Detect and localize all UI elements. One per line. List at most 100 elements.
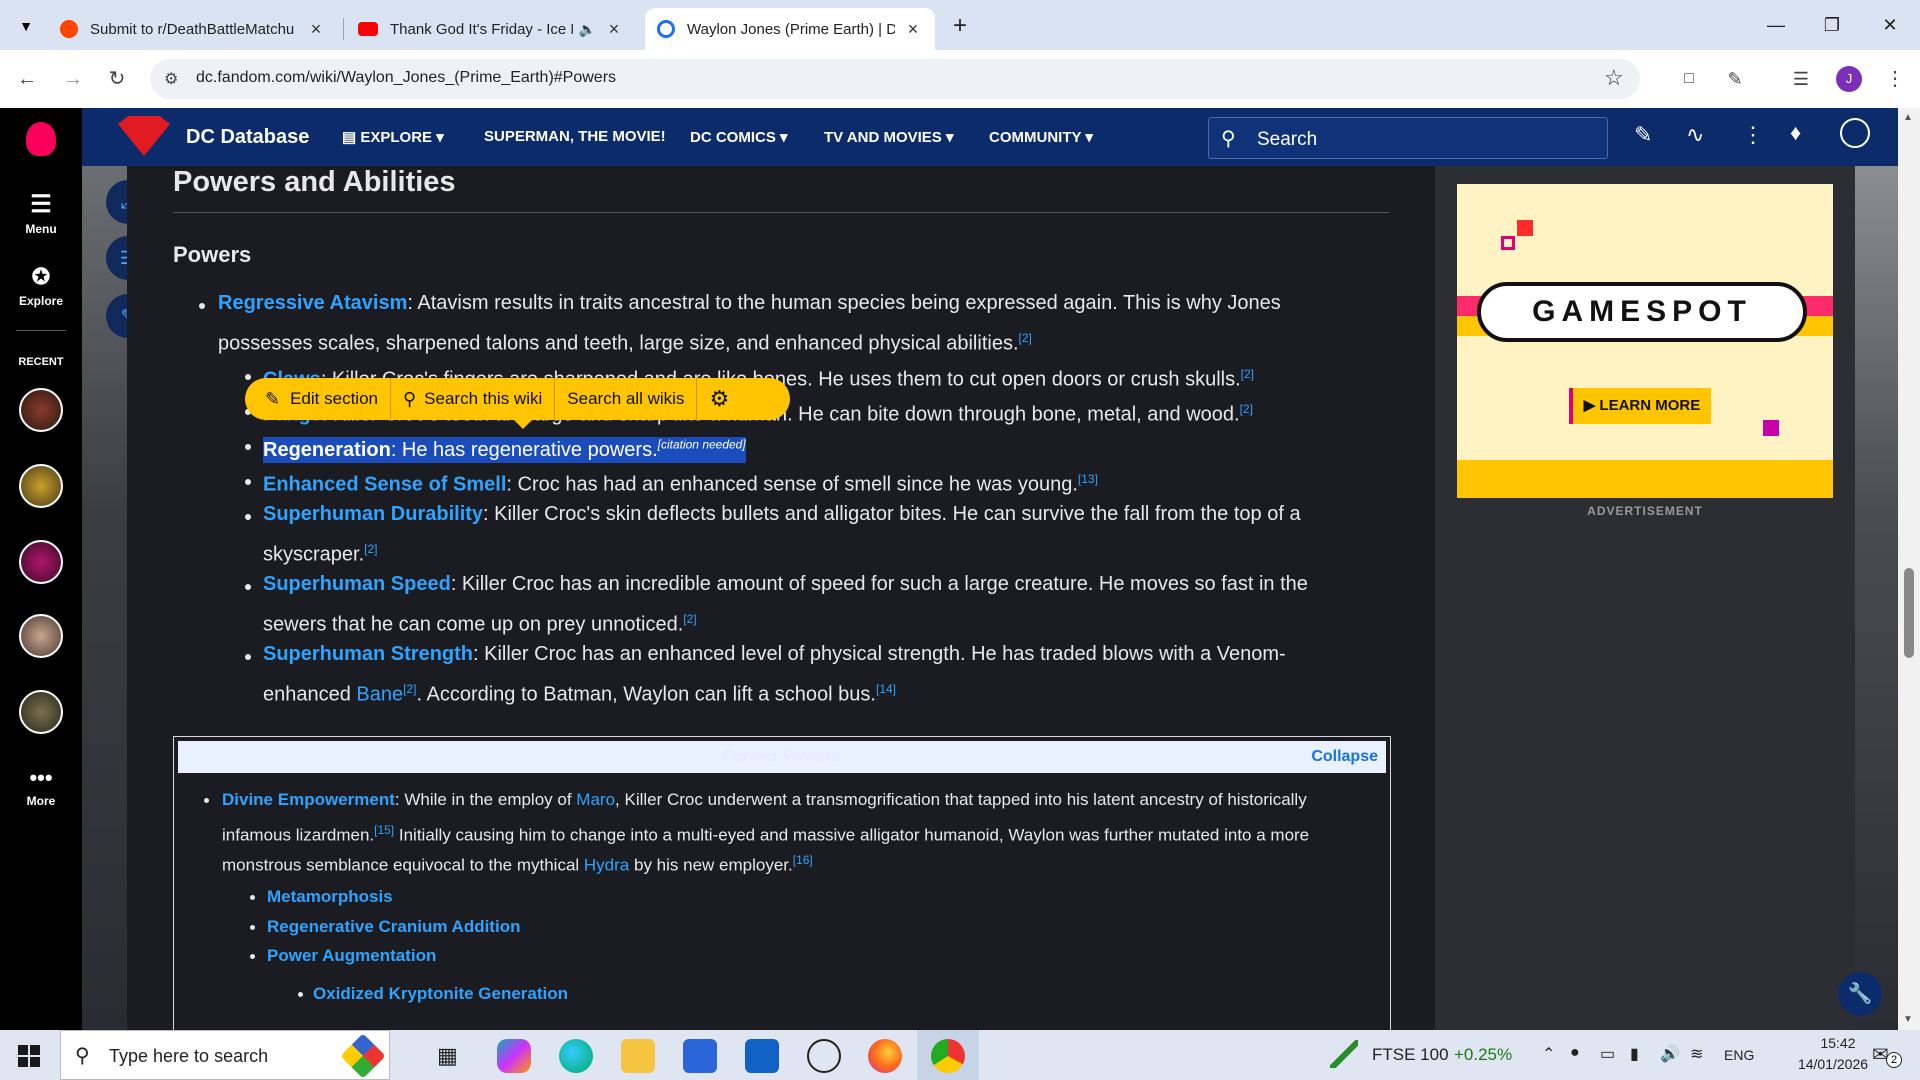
volume-icon[interactable]: 🔊	[1660, 1044, 1680, 1064]
firefox-icon[interactable]	[868, 1039, 902, 1073]
site-title[interactable]: DC Database	[186, 126, 309, 149]
copilot-icon[interactable]	[497, 1039, 531, 1073]
speaker-icon[interactable]: 🔈	[579, 21, 596, 38]
language-indicator[interactable]: ENG	[1724, 1047, 1754, 1063]
nav-superman[interactable]: SUPERMAN, THE MOVIE!	[484, 128, 666, 145]
explore-button[interactable]: ✪ Explore	[0, 264, 82, 308]
ref-link[interactable]: [2]	[403, 682, 416, 696]
collapse-link[interactable]: Collapse	[1311, 748, 1378, 766]
link-oxidized-kryptonite[interactable]: Oxidized Kryptonite Generation	[313, 984, 568, 1003]
menu-button[interactable]: ☰ Menu	[0, 192, 82, 237]
wifi-icon[interactable]: ≋	[1690, 1044, 1703, 1064]
settings-button[interactable]: ⚙	[697, 378, 741, 420]
nav-explore[interactable]: ▤ EXPLORE ▾	[342, 128, 444, 146]
link-metamorphosis[interactable]: Metamorphosis	[267, 887, 393, 906]
extensions-icon[interactable]: ✎	[1720, 64, 1750, 94]
new-tab-button[interactable]: +	[945, 12, 975, 42]
back-icon[interactable]: ←	[12, 64, 42, 94]
ref-link[interactable]: [16]	[793, 853, 813, 867]
dell-icon[interactable]	[807, 1039, 841, 1073]
ref-link[interactable]: [15]	[374, 823, 394, 837]
file-explorer-icon[interactable]	[621, 1039, 655, 1073]
ticker-name[interactable]: FTSE 100	[1372, 1045, 1449, 1065]
ref-link[interactable]: [2]	[1240, 402, 1253, 416]
chrome-icon[interactable]	[931, 1039, 965, 1073]
bookmark-star-icon[interactable]: ☆	[1604, 65, 1624, 91]
link-regressive-atavism[interactable]: Regressive Atavism	[218, 292, 407, 314]
regeneration-label[interactable]: Regeneration	[263, 439, 391, 461]
site-info-icon[interactable]: ⚙	[164, 69, 178, 89]
gamespot-ad[interactable]: GAMESPOT ▶ LEARN MORE	[1457, 184, 1833, 498]
tab-reddit[interactable]: Submit to r/DeathBattleMatchu ×	[48, 8, 338, 50]
ref-link[interactable]: [2]	[1241, 367, 1254, 381]
ref-link[interactable]: [2]	[683, 612, 696, 626]
more-button[interactable]: ••• More	[0, 767, 82, 809]
reload-icon[interactable]: ↻	[102, 64, 132, 94]
taskbar-search[interactable]: ⚲ Type here to search	[60, 1030, 390, 1080]
outlook-icon[interactable]	[745, 1039, 779, 1073]
search-all-wikis-button[interactable]: Search all wikis	[555, 378, 698, 420]
scroll-down-icon[interactable]: ▼	[1903, 1014, 1913, 1025]
activity-icon[interactable]: ∿	[1686, 122, 1704, 148]
citation-needed[interactable]: [citation needed]	[658, 437, 746, 451]
omnibox[interactable]: ⚙ dc.fandom.com/wiki/Waylon_Jones_(Prime…	[150, 59, 1640, 99]
close-icon[interactable]: ×	[306, 19, 326, 40]
superman-logo-icon[interactable]	[118, 116, 170, 156]
tab-youtube[interactable]: Thank God It's Friday - Ice N 🔈 ×	[346, 8, 636, 50]
tab-fandom[interactable]: Waylon Jones (Prime Earth) | DC ×	[645, 8, 935, 50]
nav-dc-comics[interactable]: DC COMICS ▾	[690, 128, 788, 146]
scrollbar-thumb[interactable]	[1904, 568, 1914, 658]
battery-icon[interactable]: ▮	[1630, 1044, 1639, 1064]
tab-search-button[interactable]: ▼	[12, 12, 40, 40]
search-this-wiki-button[interactable]: ⚲ Search this wiki	[391, 378, 556, 420]
link-strength[interactable]: Superhuman Strength	[263, 643, 473, 665]
link-divine-empowerment[interactable]: Divine Empowerment	[222, 790, 395, 809]
link-speed[interactable]: Superhuman Speed	[263, 573, 451, 595]
learn-more-button[interactable]: ▶ LEARN MORE	[1569, 388, 1711, 424]
link-durability[interactable]: Superhuman Durability	[263, 503, 483, 525]
edge-icon[interactable]	[559, 1039, 593, 1073]
media-icon[interactable]: ☰	[1786, 64, 1816, 94]
fandom-logo-icon[interactable]	[26, 122, 56, 156]
page-scrollbar[interactable]: ▲ ▼	[1898, 108, 1920, 1030]
reading-icon[interactable]: □	[1674, 64, 1704, 94]
notifications-button[interactable]: ✉ 2	[1872, 1042, 1902, 1068]
restore-icon[interactable]: ❐	[1812, 10, 1852, 40]
link-maro[interactable]: Maro	[576, 790, 615, 809]
meet-now-icon[interactable]: ●	[1570, 1044, 1580, 1062]
link-regenerative-cranium[interactable]: Regenerative Cranium Addition	[267, 917, 520, 936]
close-window-icon[interactable]: ✕	[1870, 10, 1910, 40]
browser-menu-icon[interactable]: ⋮	[1880, 64, 1910, 94]
notifications-icon[interactable]: ♦	[1790, 120, 1801, 146]
link-bane[interactable]: Bane	[356, 684, 403, 706]
ticker-change[interactable]: +0.25%	[1454, 1045, 1512, 1065]
ref-link[interactable]: [2]	[1019, 331, 1032, 345]
discussions-icon[interactable]: ✎	[1634, 122, 1652, 148]
show-hidden-icon[interactable]: ⌃	[1542, 1044, 1555, 1064]
minimize-icon[interactable]: —	[1756, 10, 1796, 40]
display-icon[interactable]: ▭	[1600, 1044, 1615, 1064]
ref-link[interactable]: [14]	[876, 682, 896, 696]
close-icon[interactable]: ×	[604, 19, 624, 40]
close-icon[interactable]: ×	[903, 19, 923, 40]
edit-section-button[interactable]: ✎ Edit section	[245, 378, 391, 420]
recent-wiki-1[interactable]	[19, 388, 63, 432]
link-power-augmentation[interactable]: Power Augmentation	[267, 946, 436, 965]
url-text[interactable]: dc.fandom.com/wiki/Waylon_Jones_(Prime_E…	[196, 69, 616, 87]
nav-tv-movies[interactable]: TV AND MOVIES ▾	[824, 128, 954, 146]
profile-avatar[interactable]: J	[1836, 66, 1862, 92]
task-view-icon[interactable]: ▦	[437, 1043, 458, 1069]
ref-link[interactable]: [2]	[364, 542, 377, 556]
recent-wiki-2[interactable]	[19, 464, 63, 508]
recent-wiki-5[interactable]	[19, 690, 63, 734]
scroll-up-icon[interactable]: ▲	[1903, 112, 1913, 123]
link-hydra[interactable]: Hydra	[584, 856, 629, 875]
link-smell[interactable]: Enhanced Sense of Smell	[263, 474, 506, 496]
forward-icon[interactable]: →	[58, 64, 88, 94]
recent-wiki-3[interactable]	[19, 540, 63, 584]
user-icon[interactable]	[1840, 118, 1870, 148]
windows-start-icon[interactable]	[18, 1045, 40, 1067]
recent-wiki-4[interactable]	[19, 614, 63, 658]
nav-community[interactable]: COMMUNITY ▾	[989, 128, 1093, 146]
ref-link[interactable]: [13]	[1078, 472, 1098, 486]
